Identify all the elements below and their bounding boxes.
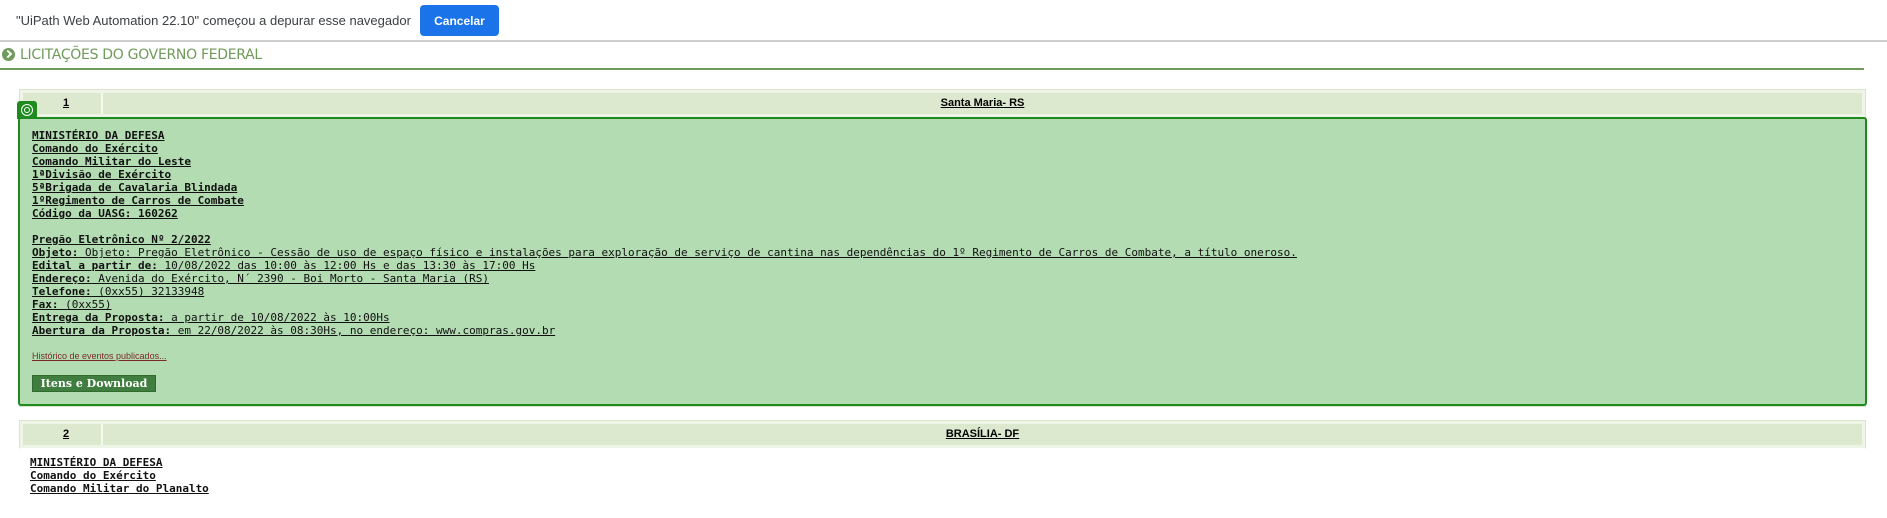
spacer [32,220,1297,233]
field-label: Endereço: [32,272,92,285]
field-label: Edital a partir de: [32,259,158,272]
org-line[interactable]: Comando do Exército [30,469,209,482]
field-value: em 22/08/2022 às 08:30Hs, no endereço: w… [171,324,556,337]
field-label: Objeto: [32,246,79,259]
items-download-button[interactable]: Itens e Download [32,375,156,392]
record-details: MINISTÉRIO DA DEFESA Comando do Exército… [32,129,1297,337]
org-line[interactable]: MINISTÉRIO DA DEFESA [32,129,1297,142]
record-body: MINISTÉRIO DA DEFESA Comando do Exército… [18,448,1867,518]
record-body-highlighted[interactable]: MINISTÉRIO DA DEFESA Comando do Exército… [17,101,1867,406]
field-value: (0xx55) 32133948 [91,285,205,298]
field-telefone[interactable]: Telefone: (0xx55) 32133948 [32,285,1297,298]
field-value: (0xx55) [58,298,112,311]
record-city-link[interactable]: BRASÍLIA- DF [103,424,1862,445]
record-card: 2 BRASÍLIA- DF MINISTÉRIO DA DEFESA Coma… [18,420,1867,518]
infobar-message: "UiPath Web Automation 22.10" começou a … [16,13,411,28]
field-value: Objeto: Pregão Eletrônico - Cessão de us… [78,246,1297,259]
field-label: Fax: [32,298,59,311]
field-entrega[interactable]: Entrega da Proposta: a partir de 10/08/2… [32,311,1297,324]
org-line[interactable]: 5ªBrigada de Cavalaria Blindada [32,181,1297,194]
org-line[interactable]: Comando do Exército [32,142,1297,155]
page-title: LICITAÇÕES DO GOVERNO FEDERAL [20,47,262,63]
record-details: MINISTÉRIO DA DEFESA Comando do Exército… [30,456,209,495]
debug-infobar: "UiPath Web Automation 22.10" começou a … [0,0,1887,42]
record-header: 1 Santa Maria- RS [20,90,1865,117]
org-line[interactable]: 1ºRegimento de Carros de Combate [32,194,1297,207]
field-objeto[interactable]: Objeto: Objeto: Pregão Eletrônico - Cess… [32,246,1297,259]
record-header: 2 BRASÍLIA- DF [20,421,1865,448]
target-icon [17,101,37,119]
arrow-right-icon [2,48,15,61]
field-value: Avenida do Exército, N´ 2390 - Boi Morto… [91,272,489,285]
org-line[interactable]: MINISTÉRIO DA DEFESA [30,456,209,469]
field-label: Entrega da Proposta: [32,311,165,324]
field-label: Telefone: [32,285,92,298]
org-line[interactable]: 1ªDivisão de Exército [32,168,1297,181]
field-abertura[interactable]: Abertura da Proposta: em 22/08/2022 às 0… [32,324,1297,337]
record-number-link[interactable]: 1 [31,93,103,114]
field-edital[interactable]: Edital a partir de: 10/08/2022 das 10:00… [32,259,1297,272]
record-city-link[interactable]: Santa Maria- RS [103,93,1862,114]
field-fax[interactable]: Fax: (0xx55) [32,298,1297,311]
cancel-button[interactable]: Cancelar [420,5,499,36]
org-line[interactable]: Comando Militar do Planalto [30,482,209,495]
field-value: a partir de 10/08/2022 às 10:00Hs [164,311,390,324]
uasg-code[interactable]: Código da UASG: 160262 [32,207,1297,220]
field-label: Abertura da Proposta: [32,324,172,337]
record-card: 1 Santa Maria- RS MINISTÉRIO DA DEFESA C… [17,89,1867,407]
field-endereco[interactable]: Endereço: Avenida do Exército, N´ 2390 -… [32,272,1297,285]
field-value: 10/08/2022 das 10:00 às 12:00 Hs e das 1… [157,259,536,272]
history-link[interactable]: Histórico de eventos publicados... [32,351,167,361]
org-line[interactable]: Comando Militar do Leste [32,155,1297,168]
section-header: LICITAÇÕES DO GOVERNO FEDERAL [0,46,1864,70]
record-number-link[interactable]: 2 [31,424,103,445]
pregao-title[interactable]: Pregão Eletrônico Nº 2/2022 [32,233,1297,246]
